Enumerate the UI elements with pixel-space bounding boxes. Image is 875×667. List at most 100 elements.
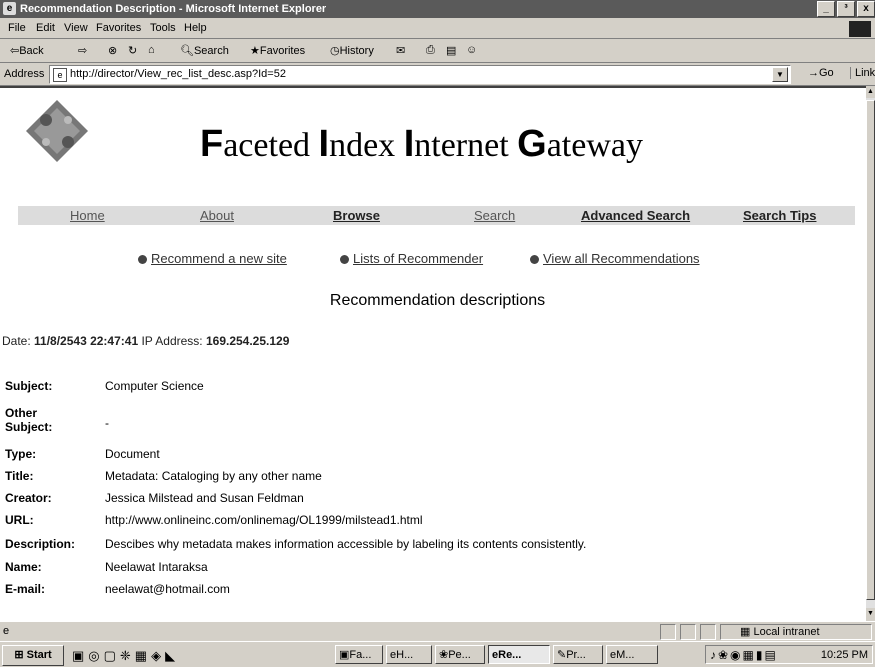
menu-file[interactable]: File (8, 22, 26, 34)
vertical-scrollbar[interactable]: ▲ ▼ (866, 86, 875, 620)
messenger-icon[interactable]: ☺ (466, 44, 477, 56)
windows-logo-icon (849, 21, 871, 37)
taskbar-item-label: M... (616, 649, 635, 661)
zone-indicator: ▦ Local intranet (740, 626, 820, 638)
field-label: E-mail: (5, 582, 46, 596)
address-dropdown-icon[interactable]: ▼ (772, 67, 788, 82)
menu-edit[interactable]: Edit (36, 22, 55, 34)
field-label: Description: (5, 537, 76, 551)
edit-icon[interactable]: ▤ (446, 44, 456, 57)
zone-label: Local intranet (753, 626, 820, 638)
title-cap-g: G (517, 123, 547, 165)
back-button[interactable]: ⇦Back (10, 44, 44, 57)
system-tray: ♪❀◉▦▮▤ 10:25 PM (705, 645, 873, 664)
taskbar-item[interactable]: ▣Fa... (335, 645, 383, 664)
nav-home[interactable]: Home (70, 208, 105, 223)
refresh-icon[interactable]: ↻ (128, 44, 137, 57)
taskbar-item[interactable]: ✎Pr... (553, 645, 603, 664)
subnav-item-view-all: View all Recommendations (530, 251, 700, 266)
nav-advanced-search[interactable]: Advanced Search (581, 208, 690, 223)
field-label: Subject: (5, 379, 53, 393)
page-content: Faceted Index Internet Gateway Home Abou… (0, 86, 866, 622)
links-button[interactable]: Links (850, 67, 875, 79)
taskbar-item-active[interactable]: eRe... (488, 645, 550, 664)
bullet-icon (340, 255, 349, 265)
address-url[interactable]: http://director/View_rec_list_desc.asp?I… (70, 68, 286, 80)
title-cap-i2: I (403, 123, 415, 165)
menu-view[interactable]: View (64, 22, 88, 34)
taskbar-item-label: Fa... (349, 649, 372, 661)
title-word-internet: nternet (414, 127, 518, 164)
favorites-button[interactable]: ★Favorites (250, 44, 305, 57)
nav-browse[interactable]: Browse (333, 208, 380, 223)
forward-button[interactable]: ⇨ (78, 44, 87, 57)
field-label: Type: (5, 447, 37, 461)
minimize-button[interactable]: _ (817, 1, 835, 17)
taskbar-item[interactable]: eH... (386, 645, 432, 664)
print-icon[interactable]: ⎙ (426, 44, 435, 57)
taskbar: ⊞ Start ▣◎▢❈▦◈◣ ▣Fa... eH... ❀Pe... eRe.… (0, 641, 875, 667)
nav-search[interactable]: Search (474, 208, 515, 223)
menu-tools[interactable]: Tools (150, 22, 176, 34)
page-heading: Recommendation descriptions (329, 292, 546, 309)
status-pane (660, 624, 676, 640)
scroll-up-icon[interactable]: ▲ (866, 86, 875, 98)
site-nav: Home About Browse Search Advanced Search… (18, 206, 855, 225)
field-value: Jessica Milstead and Susan Feldman (105, 491, 304, 505)
field-label: URL: (5, 513, 34, 527)
field-value: Document (105, 447, 160, 461)
tray-icons[interactable]: ♪❀◉▦▮▤ (710, 648, 778, 662)
menu-favorites[interactable]: Favorites (96, 22, 141, 34)
quick-launch[interactable]: ▣◎▢❈▦◈◣ (72, 648, 179, 664)
page-icon: e (53, 68, 67, 82)
page-status-icon: e (3, 625, 10, 637)
go-label: Go (819, 67, 834, 79)
view-all-recommendations-link[interactable]: View all Recommendations (543, 251, 700, 266)
history-label: History (339, 45, 374, 57)
site-logo-icon (26, 100, 88, 162)
title-word-index: ndex (329, 127, 404, 164)
field-value: http://www.onlineinc.com/onlinemag/OL199… (105, 513, 423, 527)
address-input[interactable]: e http://director/View_rec_list_desc.asp… (49, 65, 791, 84)
title-bar: e Recommendation Description - Microsoft… (0, 0, 875, 18)
scroll-down-icon[interactable]: ▼ (866, 608, 875, 620)
start-button[interactable]: ⊞ Start (2, 645, 64, 666)
menu-bar: File Edit View Favorites Tools Help (0, 19, 875, 39)
status-bar: e ▦ Local intranet (0, 621, 875, 641)
start-label: Start (26, 649, 52, 661)
taskbar-item[interactable]: ❀Pe... (435, 645, 485, 664)
date-label: Date: (2, 334, 31, 348)
toolbar: ⇦Back ⇨ ⊗ ↻ ⌂ 🔍︎Search ★Favorites ◷Histo… (0, 39, 875, 63)
recommend-new-site-link[interactable]: Recommend a new site (151, 251, 287, 266)
ip-label: IP Address: (141, 334, 203, 348)
window-title: Recommendation Description - Microsoft I… (20, 3, 327, 15)
search-button[interactable]: 🔍︎Search (180, 44, 229, 57)
favorites-label: Favorites (259, 45, 306, 57)
stop-icon[interactable]: ⊗ (108, 44, 117, 57)
nav-about[interactable]: About (200, 208, 234, 223)
bullet-icon (138, 255, 147, 265)
taskbar-item-label: Re... (498, 649, 522, 661)
field-label: Other Subject: (5, 406, 53, 434)
address-label: Address (4, 68, 45, 80)
history-button[interactable]: ◷History (330, 44, 374, 57)
close-button[interactable]: x (857, 1, 875, 17)
title-word-faceted: aceted (223, 127, 319, 164)
home-icon[interactable]: ⌂ (148, 44, 155, 56)
go-button[interactable]: →Go (808, 67, 834, 79)
lists-of-recommender-link[interactable]: Lists of Recommender (353, 251, 483, 266)
mail-icon[interactable]: ✉ (396, 44, 405, 57)
nav-search-tips[interactable]: Search Tips (743, 208, 816, 223)
subnav-item-recommend: Recommend a new site (138, 251, 287, 266)
maximize-button[interactable]: ³ (837, 1, 855, 17)
field-label: Creator: (5, 491, 52, 505)
field-label: Name: (5, 560, 42, 574)
search-label: Search (193, 45, 229, 57)
scroll-thumb[interactable] (866, 100, 875, 600)
field-value: Neelawat Intaraksa (105, 560, 208, 574)
taskbar-item[interactable]: eM... (606, 645, 658, 664)
menu-help[interactable]: Help (184, 22, 207, 34)
date-ip-line: Date: 11/8/2543 22:47:41 IP Address: 169… (2, 334, 289, 348)
browser-window: e Recommendation Description - Microsoft… (0, 0, 875, 667)
site-title: Faceted Index Internet Gateway (200, 123, 643, 166)
